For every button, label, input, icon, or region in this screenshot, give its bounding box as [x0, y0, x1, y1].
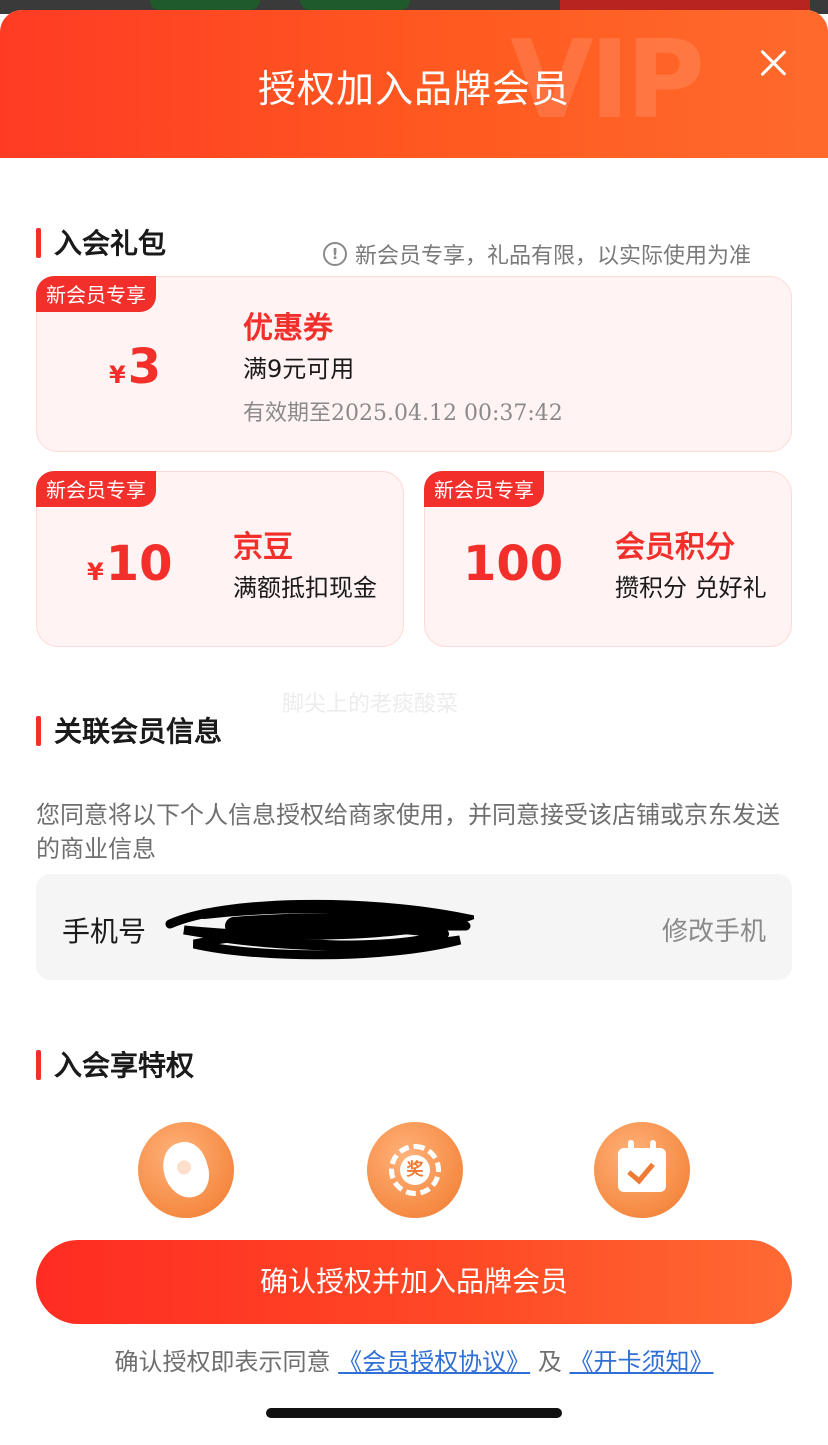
- lottery-wheel-icon: 奖: [367, 1122, 463, 1218]
- calendar-check-icon: [594, 1122, 690, 1218]
- points-name: 会员积分: [615, 530, 735, 565]
- modal-title: 授权加入品牌会员: [257, 67, 570, 111]
- member-info-title: 关联会员信息: [36, 710, 222, 750]
- coupon-name: 优惠券: [243, 311, 333, 346]
- redaction-scribble: [165, 899, 474, 960]
- new-member-tag: 新会员专享: [36, 276, 156, 312]
- membership-modal: VIP 授权加入品牌会员 入会礼包 ! 新会员专享，礼品有限，以实际使用为准 新…: [0, 10, 828, 1445]
- close-icon[interactable]: [756, 46, 790, 80]
- phone-field: 手机号 修改手机: [36, 874, 792, 980]
- coupon-amount: ¥3: [109, 339, 162, 395]
- authorization-description: 您同意将以下个人信息授权给商家使用，并同意接受该店铺或京东发送的商业信息: [36, 801, 780, 863]
- confirm-join-button[interactable]: 确认授权并加入品牌会员: [36, 1240, 792, 1324]
- coupon-condition: 满9元可用: [243, 355, 355, 383]
- points-amount: 100: [463, 536, 564, 592]
- section-marker: [36, 228, 41, 258]
- beans-card[interactable]: 新会员专享 ¥10 京豆 满额抵扣现金: [36, 471, 404, 647]
- new-member-tag: 新会员专享: [424, 471, 544, 507]
- home-indicator[interactable]: [266, 1408, 562, 1418]
- beans-amount: ¥10: [87, 536, 173, 592]
- section-marker: [36, 1050, 41, 1080]
- gift-notice: ! 新会员专享，礼品有限，以实际使用为准: [323, 238, 751, 270]
- info-icon: !: [323, 242, 347, 266]
- phone-label: 手机号: [62, 915, 147, 948]
- new-member-tag: 新会员专享: [36, 471, 156, 507]
- coupon-validity: 有效期至2025.04.12 00:37:42: [243, 401, 563, 426]
- page: VIP 授权加入品牌会员 入会礼包 ! 新会员专享，礼品有限，以实际使用为准 新…: [0, 0, 828, 1445]
- points-card[interactable]: 新会员专享 100 会员积分 攒积分 兑好礼: [424, 471, 792, 647]
- beans-desc: 满额抵扣现金: [233, 574, 377, 602]
- edit-phone-button[interactable]: 修改手机: [662, 911, 766, 948]
- user-watermark: 脚尖上的老痰酸菜: [282, 692, 459, 717]
- card-opening-notice-link[interactable]: 《开卡须知》: [569, 1348, 713, 1376]
- gift-section-title: 入会礼包: [36, 222, 166, 262]
- coupon-card[interactable]: 新会员专享 ¥3 优惠券 满9元可用 有效期至2025.04.12 00:37:…: [36, 276, 792, 452]
- bean-icon: [138, 1122, 234, 1218]
- member-authorization-agreement-link[interactable]: 《会员授权协议》: [338, 1348, 530, 1376]
- privileges-title: 入会享特权: [36, 1044, 194, 1084]
- agreement-text: 确认授权即表示同意 《会员授权协议》 及 《开卡须知》: [114, 1348, 714, 1376]
- modal-header: VIP 授权加入品牌会员: [0, 10, 828, 158]
- points-desc: 攒积分 兑好礼: [615, 574, 767, 602]
- section-marker: [36, 716, 41, 746]
- beans-name: 京豆: [233, 530, 293, 565]
